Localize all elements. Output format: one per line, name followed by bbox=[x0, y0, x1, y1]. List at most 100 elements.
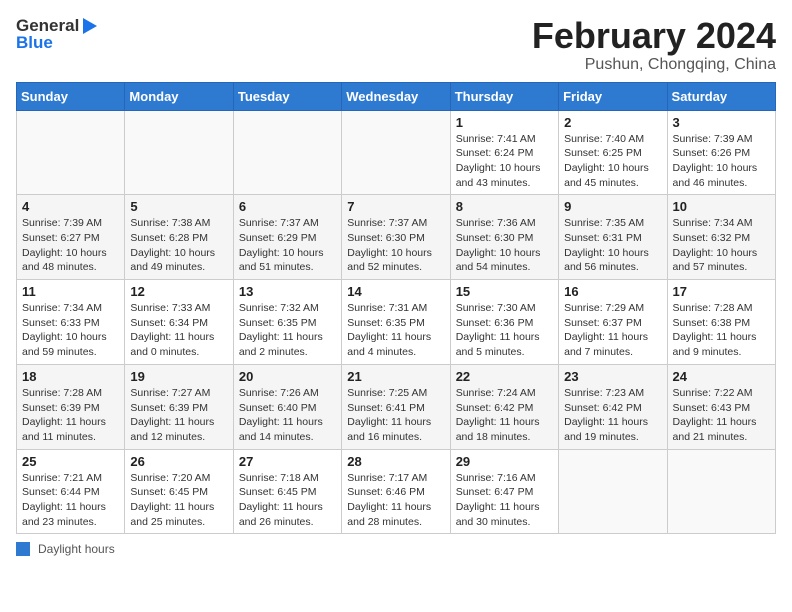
calendar-cell: 22Sunrise: 7:24 AMSunset: 6:42 PMDayligh… bbox=[450, 364, 558, 449]
logo-arrow-icon bbox=[79, 16, 99, 36]
day-number: 23 bbox=[564, 369, 661, 384]
calendar-cell: 7 Sunrise: 7:37 AMSunset: 6:30 PMDaylight… bbox=[342, 195, 450, 280]
calendar-week-row: 11 Sunrise: 7:34 AMSunset: 6:33 PMDayligh… bbox=[17, 280, 776, 365]
day-number: 2 bbox=[564, 115, 661, 130]
day-number: 21 bbox=[347, 369, 444, 384]
day-number: 11 bbox=[22, 284, 119, 299]
calendar-cell: 2 Sunrise: 7:40 AMSunset: 6:25 PMDaylight… bbox=[559, 110, 667, 195]
day-info: Sunrise: 7:20 AMSunset: 6:45 PMDaylight:… bbox=[130, 471, 227, 530]
day-info: Sunrise: 7:17 AMSunset: 6:46 PMDaylight:… bbox=[347, 471, 444, 530]
calendar-table: SundayMondayTuesdayWednesdayThursdayFrid… bbox=[16, 82, 776, 535]
day-info: Sunrise: 7:32 AMSunset: 6:35 PMDaylight:… bbox=[239, 301, 336, 360]
calendar-cell: 27 Sunrise: 7:18 AMSunset: 6:45 PMDayligh… bbox=[233, 449, 341, 534]
calendar-cell: 20 Sunrise: 7:26 AMSunset: 6:40 PMDayligh… bbox=[233, 364, 341, 449]
col-header-sunday: Sunday bbox=[17, 82, 125, 110]
day-number: 8 bbox=[456, 199, 553, 214]
calendar-cell: 26 Sunrise: 7:20 AMSunset: 6:45 PMDayligh… bbox=[125, 449, 233, 534]
calendar-cell: 23Sunrise: 7:23 AMSunset: 6:42 PMDayligh… bbox=[559, 364, 667, 449]
day-number: 25 bbox=[22, 454, 119, 469]
calendar-cell bbox=[559, 449, 667, 534]
day-number: 16 bbox=[564, 284, 661, 299]
calendar-cell: 3 Sunrise: 7:39 AMSunset: 6:26 PMDaylight… bbox=[667, 110, 775, 195]
day-info: Sunrise: 7:40 AMSunset: 6:25 PMDaylight:… bbox=[564, 132, 661, 191]
day-number: 6 bbox=[239, 199, 336, 214]
calendar-cell: 28 Sunrise: 7:17 AMSunset: 6:46 PMDayligh… bbox=[342, 449, 450, 534]
calendar-cell: 25 Sunrise: 7:21 AMSunset: 6:44 PMDayligh… bbox=[17, 449, 125, 534]
col-header-friday: Friday bbox=[559, 82, 667, 110]
month-year-title: February 2024 bbox=[532, 16, 776, 56]
calendar-cell: 14 Sunrise: 7:31 AMSunset: 6:35 PMDayligh… bbox=[342, 280, 450, 365]
day-info: Sunrise: 7:25 AMSunset: 6:41 PMDaylight:… bbox=[347, 386, 444, 445]
day-info: Sunrise: 7:18 AMSunset: 6:45 PMDaylight:… bbox=[239, 471, 336, 530]
day-info: Sunrise: 7:28 AMSunset: 6:39 PMDaylight:… bbox=[22, 386, 119, 445]
calendar-cell bbox=[125, 110, 233, 195]
day-info: Sunrise: 7:34 AMSunset: 6:32 PMDaylight:… bbox=[673, 216, 770, 275]
day-info: Sunrise: 7:21 AMSunset: 6:44 PMDaylight:… bbox=[22, 471, 119, 530]
day-number: 7 bbox=[347, 199, 444, 214]
calendar-cell: 16Sunrise: 7:29 AMSunset: 6:37 PMDayligh… bbox=[559, 280, 667, 365]
day-info: Sunrise: 7:36 AMSunset: 6:30 PMDaylight:… bbox=[456, 216, 553, 275]
day-number: 13 bbox=[239, 284, 336, 299]
calendar-cell bbox=[233, 110, 341, 195]
calendar-cell bbox=[17, 110, 125, 195]
day-info: Sunrise: 7:22 AMSunset: 6:43 PMDaylight:… bbox=[673, 386, 770, 445]
day-info: Sunrise: 7:37 AMSunset: 6:30 PMDaylight:… bbox=[347, 216, 444, 275]
col-header-tuesday: Tuesday bbox=[233, 82, 341, 110]
calendar-cell: 4Sunrise: 7:39 AMSunset: 6:27 PMDaylight… bbox=[17, 195, 125, 280]
calendar-cell: 24 Sunrise: 7:22 AMSunset: 6:43 PMDayligh… bbox=[667, 364, 775, 449]
day-info: Sunrise: 7:35 AMSunset: 6:31 PMDaylight:… bbox=[564, 216, 661, 275]
calendar-cell: 15 Sunrise: 7:30 AMSunset: 6:36 PMDayligh… bbox=[450, 280, 558, 365]
day-number: 4 bbox=[22, 199, 119, 214]
calendar-header-row: SundayMondayTuesdayWednesdayThursdayFrid… bbox=[17, 82, 776, 110]
day-number: 28 bbox=[347, 454, 444, 469]
day-number: 27 bbox=[239, 454, 336, 469]
day-info: Sunrise: 7:38 AMSunset: 6:28 PMDaylight:… bbox=[130, 216, 227, 275]
col-header-thursday: Thursday bbox=[450, 82, 558, 110]
day-number: 26 bbox=[130, 454, 227, 469]
day-info: Sunrise: 7:28 AMSunset: 6:38 PMDaylight:… bbox=[673, 301, 770, 360]
col-header-monday: Monday bbox=[125, 82, 233, 110]
legend-label: Daylight hours bbox=[38, 542, 115, 556]
col-header-wednesday: Wednesday bbox=[342, 82, 450, 110]
calendar-week-row: 18 Sunrise: 7:28 AMSunset: 6:39 PMDayligh… bbox=[17, 364, 776, 449]
calendar-week-row: 4Sunrise: 7:39 AMSunset: 6:27 PMDaylight… bbox=[17, 195, 776, 280]
title-block: February 2024 Pushun, Chongqing, China bbox=[532, 16, 776, 74]
day-number: 3 bbox=[673, 115, 770, 130]
calendar-week-row: 25 Sunrise: 7:21 AMSunset: 6:44 PMDayligh… bbox=[17, 449, 776, 534]
calendar-cell: 6 Sunrise: 7:37 AMSunset: 6:29 PMDaylight… bbox=[233, 195, 341, 280]
logo-blue-text: Blue bbox=[16, 34, 99, 53]
calendar-cell: 12 Sunrise: 7:33 AMSunset: 6:34 PMDayligh… bbox=[125, 280, 233, 365]
page-header: General Blue February 2024 Pushun, Chong… bbox=[16, 16, 776, 74]
day-number: 14 bbox=[347, 284, 444, 299]
day-info: Sunrise: 7:33 AMSunset: 6:34 PMDaylight:… bbox=[130, 301, 227, 360]
day-info: Sunrise: 7:39 AMSunset: 6:26 PMDaylight:… bbox=[673, 132, 770, 191]
day-info: Sunrise: 7:37 AMSunset: 6:29 PMDaylight:… bbox=[239, 216, 336, 275]
calendar-cell: 17Sunrise: 7:28 AMSunset: 6:38 PMDayligh… bbox=[667, 280, 775, 365]
calendar-cell: 8 Sunrise: 7:36 AMSunset: 6:30 PMDaylight… bbox=[450, 195, 558, 280]
calendar-cell: 11 Sunrise: 7:34 AMSunset: 6:33 PMDayligh… bbox=[17, 280, 125, 365]
calendar-cell bbox=[342, 110, 450, 195]
calendar-cell: 29Sunrise: 7:16 AMSunset: 6:47 PMDayligh… bbox=[450, 449, 558, 534]
calendar-cell: 13 Sunrise: 7:32 AMSunset: 6:35 PMDayligh… bbox=[233, 280, 341, 365]
day-number: 20 bbox=[239, 369, 336, 384]
logo-container: General Blue bbox=[16, 16, 99, 53]
calendar-cell: 9Sunrise: 7:35 AMSunset: 6:31 PMDaylight… bbox=[559, 195, 667, 280]
day-number: 5 bbox=[130, 199, 227, 214]
calendar-cell: 1Sunrise: 7:41 AMSunset: 6:24 PMDaylight… bbox=[450, 110, 558, 195]
calendar-cell: 19Sunrise: 7:27 AMSunset: 6:39 PMDayligh… bbox=[125, 364, 233, 449]
day-info: Sunrise: 7:41 AMSunset: 6:24 PMDaylight:… bbox=[456, 132, 553, 191]
day-number: 29 bbox=[456, 454, 553, 469]
day-number: 24 bbox=[673, 369, 770, 384]
day-number: 12 bbox=[130, 284, 227, 299]
location-subtitle: Pushun, Chongqing, China bbox=[532, 56, 776, 74]
day-number: 18 bbox=[22, 369, 119, 384]
day-info: Sunrise: 7:30 AMSunset: 6:36 PMDaylight:… bbox=[456, 301, 553, 360]
day-info: Sunrise: 7:34 AMSunset: 6:33 PMDaylight:… bbox=[22, 301, 119, 360]
calendar-cell: 10Sunrise: 7:34 AMSunset: 6:32 PMDayligh… bbox=[667, 195, 775, 280]
calendar-cell: 5 Sunrise: 7:38 AMSunset: 6:28 PMDaylight… bbox=[125, 195, 233, 280]
calendar-cell: 21 Sunrise: 7:25 AMSunset: 6:41 PMDayligh… bbox=[342, 364, 450, 449]
day-info: Sunrise: 7:26 AMSunset: 6:40 PMDaylight:… bbox=[239, 386, 336, 445]
calendar-cell: 18 Sunrise: 7:28 AMSunset: 6:39 PMDayligh… bbox=[17, 364, 125, 449]
day-info: Sunrise: 7:31 AMSunset: 6:35 PMDaylight:… bbox=[347, 301, 444, 360]
day-number: 15 bbox=[456, 284, 553, 299]
